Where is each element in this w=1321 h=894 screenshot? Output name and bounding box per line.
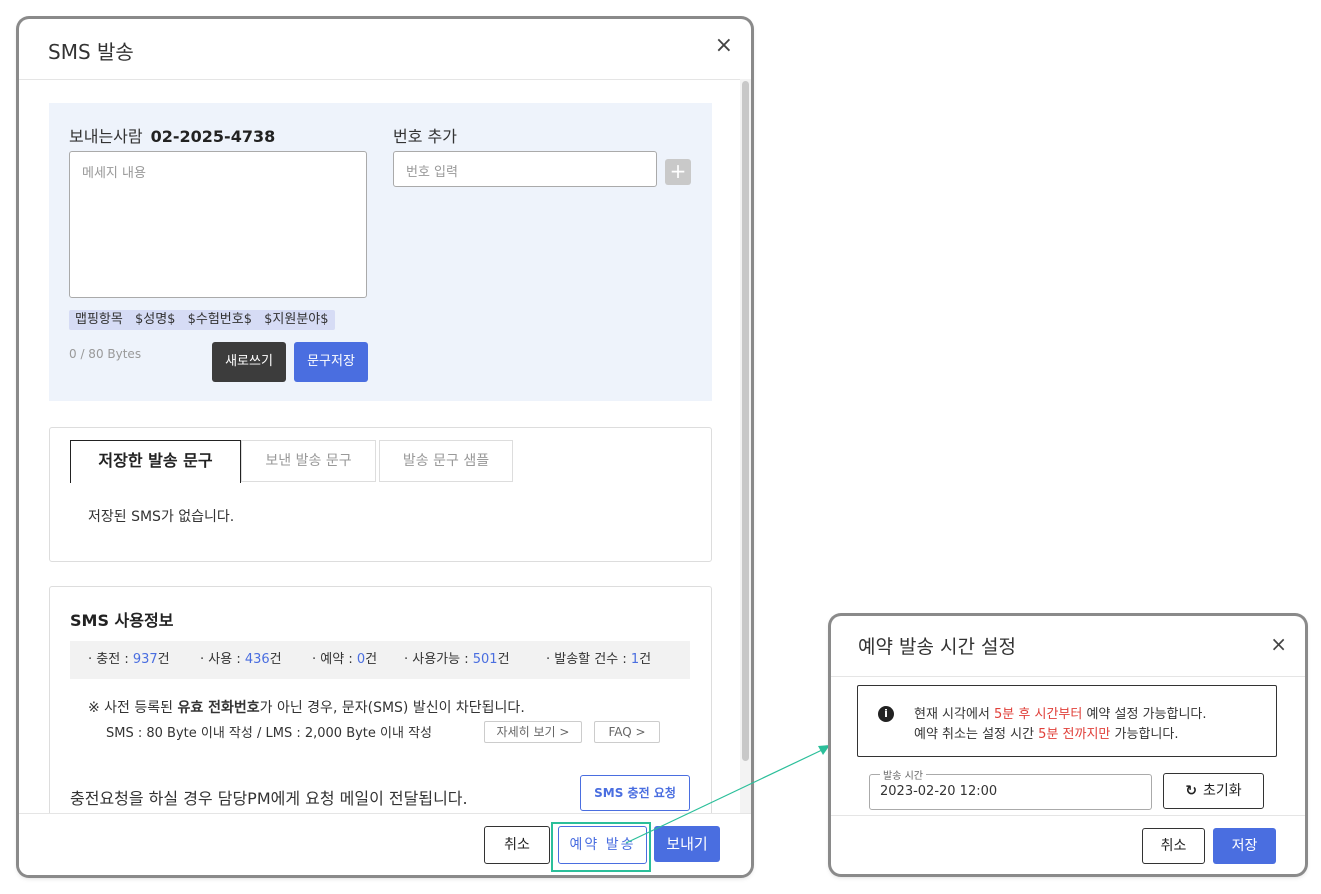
schedule-dialog-title: 예약 발송 시간 설정	[858, 636, 1016, 658]
schedule-dialog-footer: 취소 저장	[831, 815, 1305, 874]
info-box: i 현재 시각에서 5분 후 시간부터 예약 설정 가능합니다. 예약 취소는 …	[857, 685, 1277, 757]
schedule-dialog-header: 예약 발송 시간 설정 ×	[831, 616, 1305, 677]
info-line-2: 예약 취소는 설정 시간 5분 전까지만 가능합니다.	[914, 723, 1178, 742]
close-icon[interactable]: ×	[1270, 632, 1287, 656]
refresh-icon: ↻	[1185, 783, 1198, 799]
info-highlight: 5분 전까지만	[1038, 727, 1111, 742]
info-text: 예약 설정 가능합니다.	[1082, 707, 1207, 722]
schedule-dialog: 예약 발송 시간 설정 × i 현재 시각에서 5분 후 시간부터 예약 설정 …	[831, 616, 1305, 874]
info-icon: i	[878, 706, 894, 722]
save-button[interactable]: 저장	[1213, 828, 1276, 864]
cancel-button[interactable]: 취소	[1142, 828, 1205, 864]
send-time-input[interactable]: 발송 시간 2023-02-20 12:00	[869, 767, 1152, 810]
reset-button[interactable]: ↻ 초기화	[1163, 773, 1264, 809]
info-text: 예약 취소는 설정 시간	[914, 727, 1039, 742]
info-text: 현재 시각에서	[914, 707, 995, 722]
info-text: 가능합니다.	[1110, 727, 1179, 742]
reset-label: 초기화	[1203, 783, 1242, 799]
info-line-1: 현재 시각에서 5분 후 시간부터 예약 설정 가능합니다.	[914, 703, 1207, 722]
send-time-value: 2023-02-20 12:00	[880, 784, 998, 799]
send-time-label: 발송 시간	[880, 767, 926, 782]
info-highlight: 5분 후 시간부터	[994, 707, 1083, 722]
